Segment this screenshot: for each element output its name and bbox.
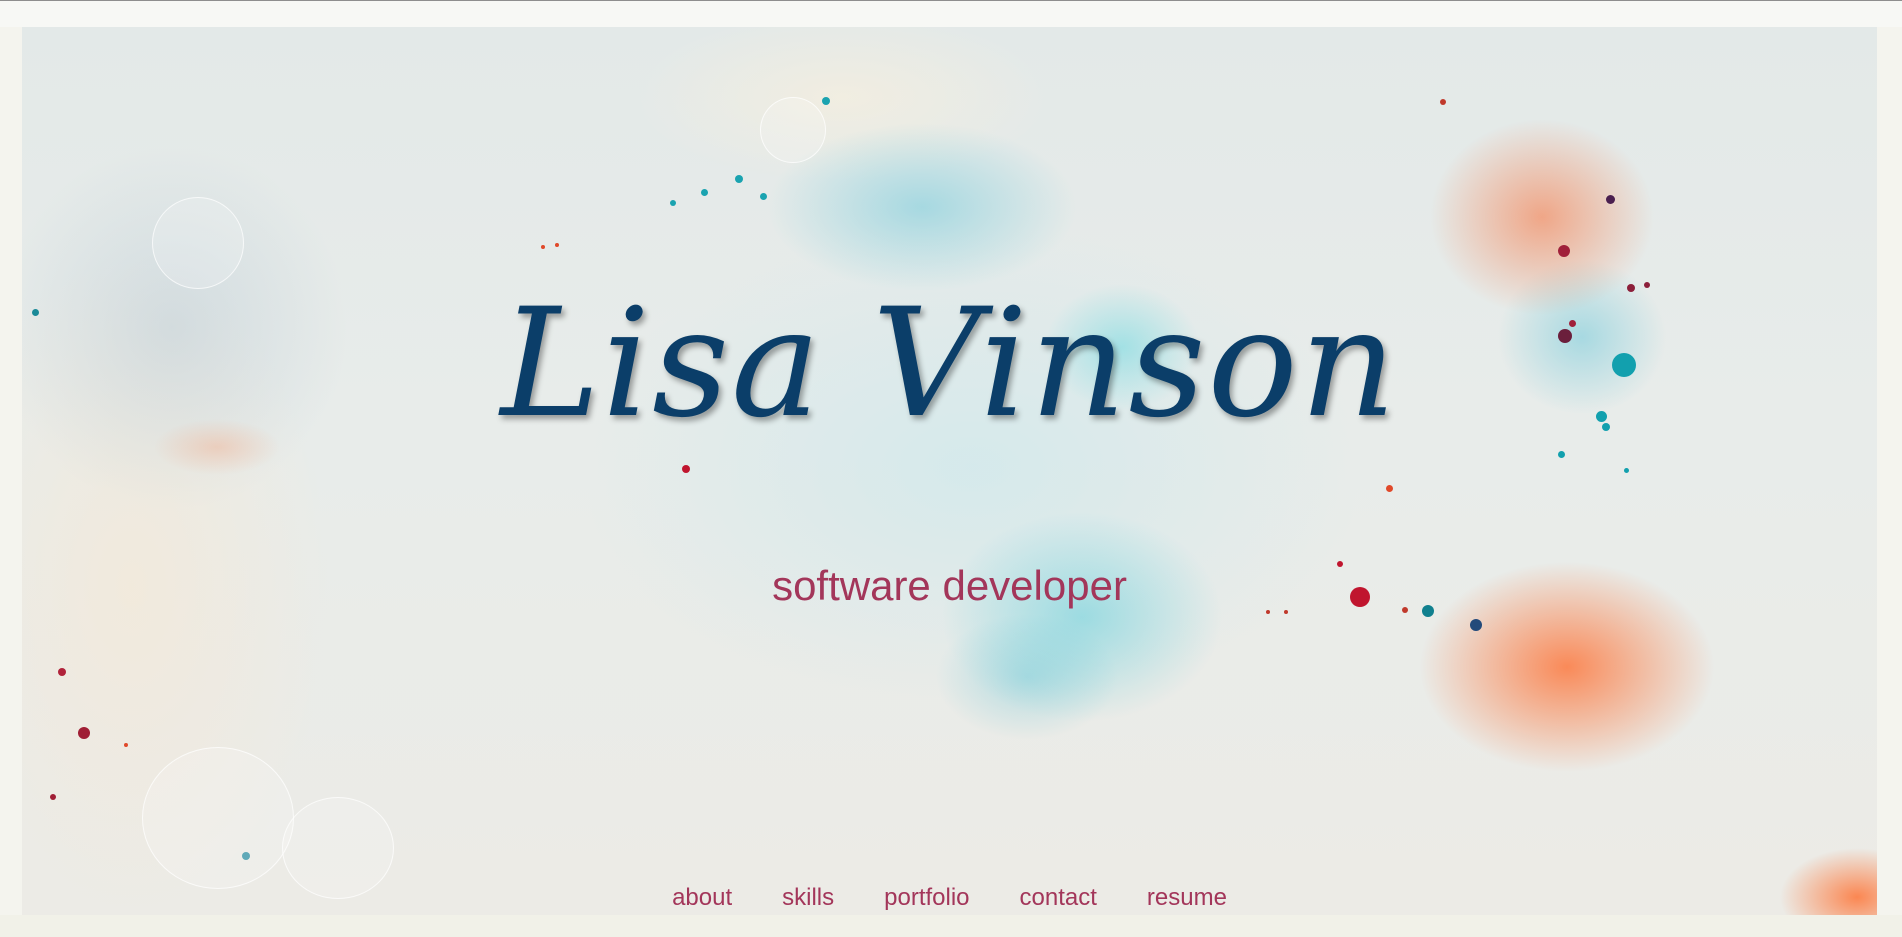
paint-dot xyxy=(682,465,690,473)
paint-dot xyxy=(124,743,128,747)
paint-dot xyxy=(1558,245,1570,257)
paint-dot xyxy=(1470,619,1482,631)
paint-dot xyxy=(1606,195,1615,204)
paint-dot xyxy=(1558,451,1565,458)
paint-dot xyxy=(822,97,830,105)
nav-link-skills[interactable]: skills xyxy=(757,884,859,912)
paint-dot xyxy=(1644,282,1650,288)
paint-bubble xyxy=(152,197,244,289)
hero-role: software developer xyxy=(772,562,1127,609)
paint-dot xyxy=(78,727,90,739)
paint-dot xyxy=(1266,610,1270,614)
hero-banner: Lisa Vinson software developer about ski… xyxy=(22,27,1877,915)
paint-dot xyxy=(735,175,743,183)
paint-dot xyxy=(50,794,56,800)
paint-dot xyxy=(760,193,767,200)
paint-dot xyxy=(1440,99,1446,105)
hero-name: Lisa Vinson xyxy=(500,277,1399,451)
paint-dot xyxy=(1284,610,1288,614)
nav-link-contact[interactable]: contact xyxy=(995,884,1122,912)
paint-bubble xyxy=(760,97,826,163)
paint-dot xyxy=(541,245,545,249)
nav-link-resume[interactable]: resume xyxy=(1122,884,1252,912)
paint-dot xyxy=(1624,468,1629,473)
paint-dot xyxy=(242,852,250,860)
paint-dot xyxy=(1386,485,1393,492)
main-nav: about skills portfolio contact resume xyxy=(22,884,1877,912)
paint-dot xyxy=(670,200,676,206)
paint-dot xyxy=(58,668,66,676)
nav-link-portfolio[interactable]: portfolio xyxy=(859,884,994,912)
nav-link-about[interactable]: about xyxy=(647,884,757,912)
paint-dot xyxy=(701,189,708,196)
paint-dot xyxy=(555,243,559,247)
top-strip xyxy=(0,1,1902,27)
page-section-edge xyxy=(0,915,1902,937)
paint-bubble xyxy=(142,747,294,889)
